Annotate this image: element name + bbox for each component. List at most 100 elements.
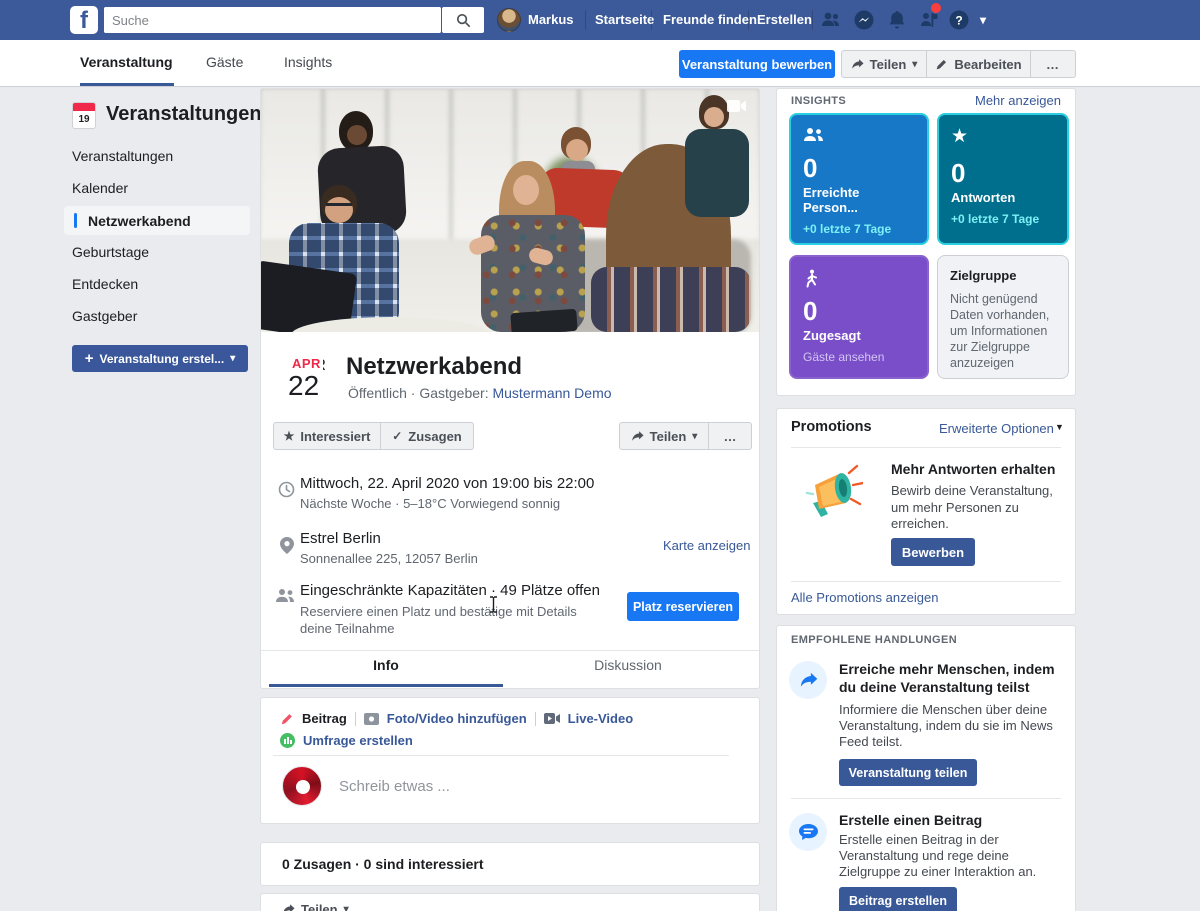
create-post-button[interactable]: Beitrag erstellen	[839, 887, 957, 911]
insight-card-going[interactable]: 0 Zugesagt Gäste ansehen	[789, 255, 929, 379]
caret-down-icon[interactable]: ▼	[1055, 422, 1064, 432]
facebook-logo[interactable]: f	[70, 6, 98, 34]
account-caret-icon[interactable]: ▾	[980, 0, 986, 40]
promote-event-button[interactable]: Veranstaltung bewerben	[679, 50, 835, 78]
event-host-link[interactable]: Mustermann Demo	[492, 385, 611, 401]
sidebar-item-geburtstage[interactable]: Geburtstage	[72, 244, 149, 260]
event-visibility: Öffentlich · Gastgeber:	[348, 385, 489, 401]
event-day: 22	[288, 370, 319, 402]
sidebar-item-netzwerkabend-selected[interactable]: Netzwerkabend	[64, 206, 250, 235]
composer-live-video-action[interactable]: Live-Video	[568, 711, 634, 726]
event-actions-group: Teilen ▾ Bearbeiten …	[841, 50, 1076, 78]
share-icon	[631, 430, 644, 443]
more-actions-button[interactable]: …	[1030, 51, 1075, 77]
share-event-label: Veranstaltung teilen	[849, 766, 968, 780]
advanced-options-link[interactable]: Erweiterte Optionen	[939, 421, 1054, 436]
composer-avatar-center	[296, 780, 310, 794]
composer-photo-video-action[interactable]: Foto/Video hinzufügen	[387, 711, 527, 726]
show-map-link[interactable]: Karte anzeigen	[663, 538, 750, 553]
messenger-icon[interactable]	[853, 9, 875, 31]
recommended-item1-text: Informiere die Menschen über deine Veran…	[839, 702, 1071, 750]
insights-more-link[interactable]: Mehr anzeigen	[975, 93, 1061, 108]
going-button[interactable]: ✓ Zusagen	[380, 423, 473, 449]
search-input[interactable]	[104, 7, 441, 33]
insight-card-reached[interactable]: 0 Erreichte Person... +0 letzte 7 Tage	[789, 113, 929, 245]
capacity-people-icon	[276, 588, 295, 603]
help-icon[interactable]: ?	[948, 9, 970, 31]
composer-actions-row2: Umfrage erstellen	[280, 733, 413, 748]
event-datetime-sub: Nächste Woche · 5–18°C Vorwiegend sonnig	[300, 496, 560, 511]
check-icon: ✓	[392, 429, 402, 443]
composer-post-action[interactable]: Beitrag	[302, 711, 347, 726]
ellipsis-icon: …	[724, 429, 737, 444]
text-cursor-icon	[489, 596, 498, 613]
event-datetime: Mittwoch, 22. April 2020 von 19:00 bis 2…	[300, 475, 594, 492]
event-share-button[interactable]: Teilen ▾	[620, 423, 708, 449]
share-event-button[interactable]: Veranstaltung teilen	[839, 759, 977, 786]
composer-actions-row: Beitrag Foto/Video hinzufügen Live-Video	[280, 711, 633, 726]
interested-label: Interessiert	[300, 429, 370, 444]
event-share-label: Teilen	[650, 429, 687, 444]
composer-poll-action[interactable]: Umfrage erstellen	[303, 733, 413, 748]
bewerben-label: Bewerben	[902, 545, 964, 560]
recommended-item1-title: Erreiche mehr Menschen, indem du deine V…	[839, 660, 1065, 696]
promote-bewerben-button[interactable]: Bewerben	[891, 538, 975, 566]
insight-card-responses[interactable]: ★ 0 Antworten +0 letzte 7 Tage	[937, 113, 1069, 245]
tab-gaeste[interactable]: Gäste	[206, 40, 243, 85]
facebook-event-page: f Markus Startseite Freunde finden Erste…	[0, 0, 1200, 911]
composer-input[interactable]: Schreib etwas ...	[339, 778, 450, 795]
notification-badge	[931, 3, 941, 13]
photo-person-glasses	[326, 203, 352, 211]
calendar-icon-day: 19	[73, 111, 95, 128]
megaphone-illustration	[799, 463, 863, 527]
audience-text: Nicht genügend Daten vorhanden, um Infor…	[950, 291, 1056, 371]
responses-summary: 0 Zusagen · 0 sind interessiert	[282, 856, 484, 872]
nav-home-link[interactable]: Startseite	[595, 0, 654, 40]
interested-button[interactable]: ★ Interessiert	[274, 423, 380, 449]
facebook-logo-letter: f	[80, 7, 88, 34]
recommended-item2-text: Erstelle einen Beitrag in der Veranstalt…	[839, 832, 1071, 880]
search-button[interactable]	[442, 7, 484, 33]
event-main-card: APR 22 Netzwerkabend Öffentlich · Gastge…	[260, 88, 760, 689]
reserve-seat-button[interactable]: Platz reservieren	[627, 592, 739, 621]
event-cover-photo[interactable]	[261, 89, 759, 332]
promote-event-label: Veranstaltung bewerben	[682, 57, 832, 72]
event-more-button[interactable]: …	[708, 423, 751, 449]
all-promotions-link[interactable]: Alle Promotions anzeigen	[791, 590, 938, 605]
tab-insights[interactable]: Insights	[284, 40, 332, 85]
event-tab-row: Veranstaltung Gäste Insights Veranstaltu…	[0, 40, 1200, 87]
share-button[interactable]: Teilen ▾	[842, 51, 926, 77]
sidebar-item-veranstaltungen[interactable]: Veranstaltungen	[72, 148, 173, 164]
insight-card-audience: Zielgruppe Nicht genügend Daten vorhande…	[937, 255, 1069, 379]
promotions-divider2	[791, 581, 1061, 582]
topbar-divider	[651, 10, 652, 30]
notifications-icon[interactable]	[886, 9, 908, 31]
tab-diskussion[interactable]: Diskussion	[511, 657, 745, 673]
create-post-label: Beitrag erstellen	[849, 894, 947, 908]
sidebar-item-gastgeber[interactable]: Gastgeber	[72, 308, 137, 324]
tab-info[interactable]: Info	[269, 657, 503, 673]
user-name-link[interactable]: Markus	[528, 0, 574, 40]
nav-find-friends-link[interactable]: Freunde finden	[663, 0, 757, 40]
sidebar-item-entdecken[interactable]: Entdecken	[72, 276, 138, 292]
edit-button[interactable]: Bearbeiten	[926, 51, 1030, 77]
photo-person-silhouette	[566, 139, 588, 161]
sidebar-item-kalender[interactable]: Kalender	[72, 180, 128, 196]
plus-icon: +	[85, 350, 94, 367]
ellipsis-icon: …	[1046, 57, 1060, 72]
insight-responses-sub: +0 letzte 7 Tage	[951, 212, 1055, 226]
insights-header: INSIGHTS	[791, 95, 846, 107]
bottom-share-button[interactable]: Teilen ▾	[282, 902, 349, 911]
nav-create-link[interactable]: Erstellen	[757, 0, 812, 40]
tab-veranstaltung[interactable]: Veranstaltung	[80, 40, 173, 85]
caret-down-icon: ▾	[230, 353, 235, 364]
topbar-divider	[585, 10, 586, 30]
video-camera-icon	[727, 99, 747, 113]
topbar-divider	[748, 10, 749, 30]
location-pin-icon	[280, 537, 294, 554]
friends-icon[interactable]	[820, 9, 842, 31]
user-avatar[interactable]	[497, 8, 521, 32]
insights-card: INSIGHTS Mehr anzeigen 0 Erreichte Perso…	[776, 88, 1076, 396]
promotion-item-title: Mehr Antworten erhalten	[891, 461, 1055, 477]
create-event-button[interactable]: + Veranstaltung erstel... ▾	[72, 345, 248, 372]
